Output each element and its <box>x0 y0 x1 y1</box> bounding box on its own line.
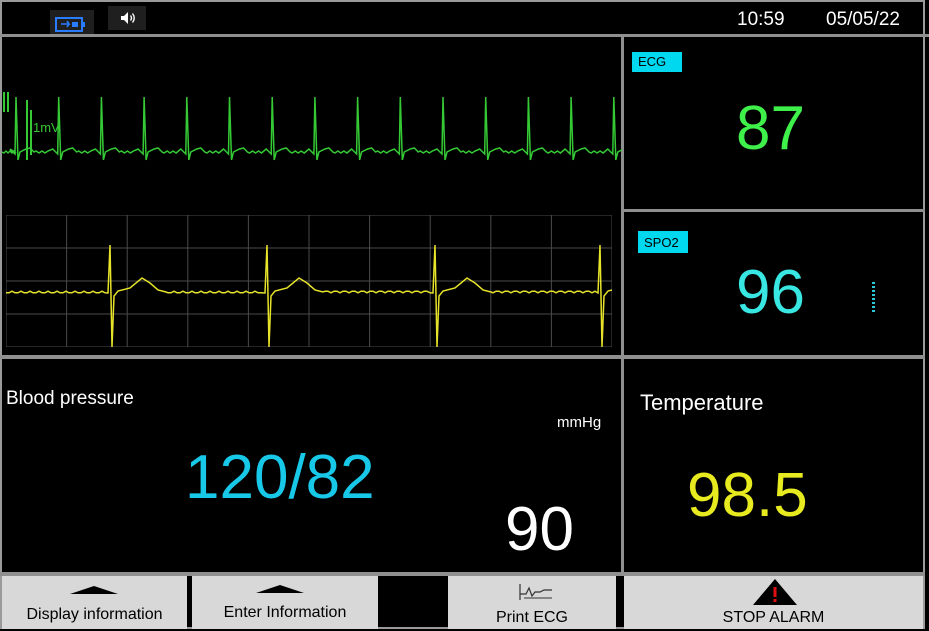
spo2-signal-bar <box>872 282 875 312</box>
ecg-print-icon <box>519 584 552 600</box>
waveform-bottom-divider <box>0 355 925 359</box>
enter-information-button[interactable]: Enter Information <box>192 576 378 629</box>
stop-alarm-button[interactable]: STOP ALARM <box>624 576 923 629</box>
temperature-value: 98.5 <box>687 461 808 530</box>
enter-information-label: Enter Information <box>223 604 347 621</box>
battery-charging-icon <box>50 10 94 34</box>
temperature-label: Temperature <box>640 390 764 415</box>
caret-up-icon <box>256 585 304 593</box>
pulse-value: 90 <box>505 495 574 564</box>
secondary-waveform <box>6 215 612 347</box>
spo2-value: 96 <box>736 258 805 327</box>
ecg-tag: ECG <box>632 52 682 72</box>
caret-up-icon <box>70 586 118 594</box>
heart-rate-value: 87 <box>736 94 805 163</box>
stop-alarm-label: STOP ALARM <box>722 609 825 626</box>
spo2-tag: SPO2 <box>638 231 688 253</box>
ecg-spo2-divider <box>623 209 925 212</box>
blood-pressure-value: 120/82 <box>185 443 375 512</box>
ecg-scale-label: 1mV <box>33 120 60 135</box>
alarm-warning-icon <box>753 579 797 605</box>
print-ecg-button[interactable]: Print ECG <box>448 576 616 629</box>
ecg-waveform: 1mV <box>2 92 622 161</box>
clock-time: 10:59 <box>737 9 785 30</box>
speaker-icon[interactable] <box>108 6 146 30</box>
blood-pressure-unit: mmHg <box>557 414 602 431</box>
status-bar: 10:59 05/05/22 <box>2 2 923 34</box>
clock-date: 05/05/22 <box>826 9 900 30</box>
print-ecg-label: Print ECG <box>495 609 568 626</box>
header-divider <box>0 34 929 37</box>
display-information-button[interactable]: Display information <box>2 576 187 629</box>
blood-pressure-label: Blood pressure <box>6 388 134 409</box>
display-information-label: Display information <box>26 606 163 623</box>
